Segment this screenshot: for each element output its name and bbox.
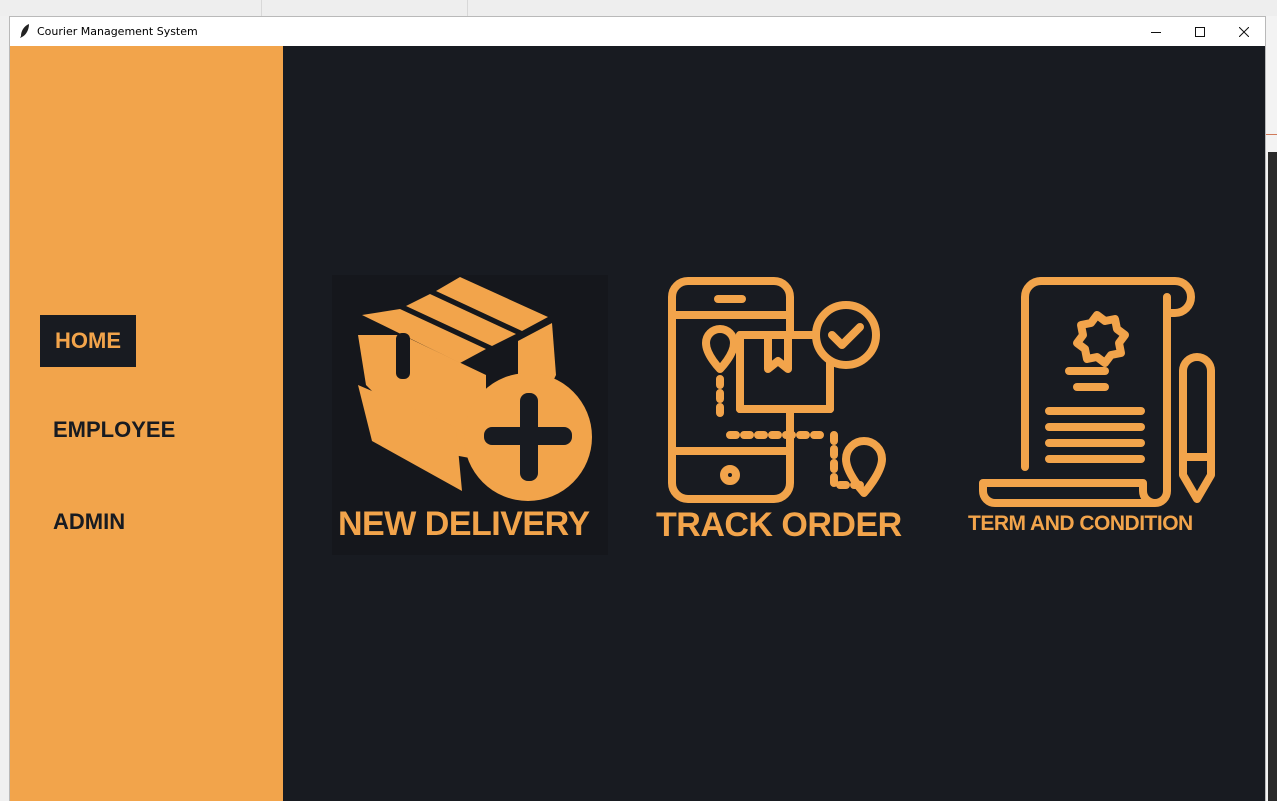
terms-and-condition-label: TERM AND CONDITION: [968, 512, 1193, 535]
main-content: HOME EMPLOYEE ADMIN NEW DELIVERY TRACK O…: [10, 46, 1265, 801]
track-order-label: TRACK ORDER: [656, 506, 902, 544]
certificate-scroll-icon: [979, 277, 1215, 507]
new-delivery-button[interactable]: NEW DELIVERY: [332, 275, 608, 555]
desktop-divider: [1266, 134, 1277, 135]
new-delivery-label: NEW DELIVERY: [338, 505, 590, 543]
title-bar[interactable]: Courier Management System: [10, 17, 1265, 46]
desktop-background-top: [0, 0, 1277, 16]
close-icon: [1239, 26, 1249, 37]
minimize-button[interactable]: [1134, 17, 1178, 46]
close-button[interactable]: [1222, 17, 1266, 46]
package-add-icon: [358, 277, 592, 501]
sidebar-item-home[interactable]: HOME: [40, 315, 136, 367]
sidebar: HOME EMPLOYEE ADMIN: [10, 46, 283, 801]
minimize-icon: [1151, 31, 1161, 33]
desktop-background-right: [1266, 16, 1277, 801]
desktop-segment: [0, 0, 262, 16]
maximize-icon: [1195, 26, 1205, 37]
feather-icon: [20, 24, 29, 38]
sidebar-item-employee[interactable]: EMPLOYEE: [53, 417, 175, 443]
sidebar-item-admin[interactable]: ADMIN: [53, 509, 125, 535]
phone-tracking-icon: [668, 277, 886, 503]
track-order-button[interactable]: TRACK ORDER: [650, 275, 920, 555]
desktop-dark-panel: [1268, 152, 1277, 801]
app-window: Courier Management System HOME EMPLOYEE …: [9, 16, 1266, 801]
maximize-button[interactable]: [1178, 17, 1222, 46]
window-title: Courier Management System: [37, 25, 198, 38]
terms-and-conditions-button[interactable]: TERM AND CONDITION: [965, 275, 1235, 555]
desktop-segment: [262, 0, 468, 16]
